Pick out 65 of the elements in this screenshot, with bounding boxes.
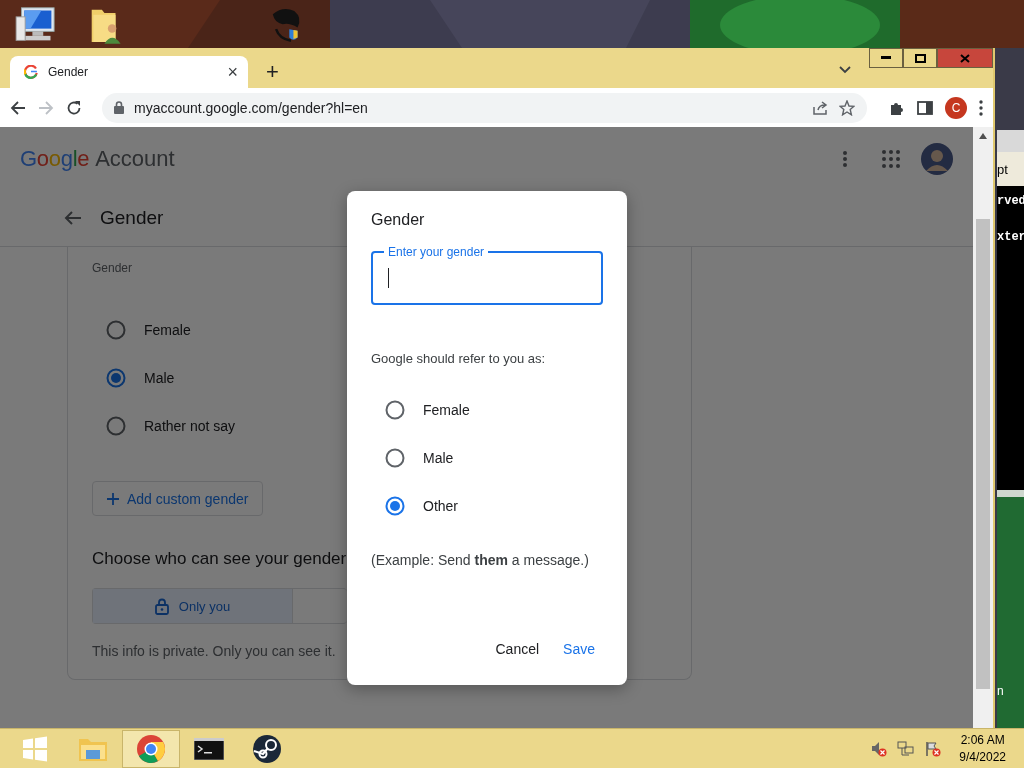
tab-close-button[interactable]: × [227, 63, 238, 81]
radio-button[interactable] [385, 496, 405, 516]
section-label: Gender [92, 261, 134, 275]
page-heading: Gender [100, 207, 164, 229]
radio-button[interactable] [106, 416, 126, 436]
dialog-title: Gender [371, 211, 426, 229]
google-icon [24, 65, 38, 79]
option-label: Female [144, 322, 191, 338]
apps-icon[interactable] [881, 148, 901, 169]
close-button[interactable] [937, 48, 993, 68]
avatar[interactable] [921, 142, 953, 175]
profile-button[interactable]: C [945, 96, 967, 119]
window-text: n [997, 684, 1004, 698]
back-icon[interactable] [10, 99, 26, 116]
lock-icon [154, 597, 169, 615]
privacy-note: This info is private. Only you can see it. [92, 643, 336, 659]
field-label: Enter your gender [384, 245, 489, 259]
minimize-icon [881, 56, 891, 60]
url-text: myaccount.google.com/gender?hl=en [134, 99, 369, 116]
scroll-up-icon[interactable] [979, 133, 987, 139]
plus-icon [107, 492, 119, 505]
side-panel-icon[interactable] [917, 100, 933, 115]
maximize-icon [914, 53, 926, 63]
option-label: Female [423, 402, 470, 418]
cancel-button[interactable]: Cancel [487, 633, 548, 665]
windows-logo-icon [22, 735, 48, 762]
terminal-text: xter [997, 230, 1024, 244]
close-icon [960, 53, 970, 63]
radio-button[interactable] [106, 320, 126, 340]
new-tab-button[interactable]: + [262, 56, 283, 88]
maximize-button[interactable] [903, 48, 937, 68]
image-strip [997, 130, 1024, 152]
address-bar[interactable]: myaccount.google.com/gender?hl=en [102, 92, 867, 123]
star-icon[interactable] [839, 99, 855, 116]
example-text: (Example: Send them a message.) [371, 552, 590, 568]
section-heading: Choose who can see your gender [92, 549, 347, 569]
window-title: pt [997, 161, 1008, 177]
reload-icon[interactable] [66, 99, 82, 116]
option-label: Male [144, 370, 175, 386]
menu-icon[interactable] [979, 99, 983, 116]
logo: Google [20, 145, 90, 172]
chevron-down-icon[interactable] [839, 66, 851, 74]
minimize-button[interactable] [869, 48, 903, 68]
network-icon[interactable] [897, 740, 916, 757]
option-label: Male [423, 450, 454, 466]
back-arrow-icon[interactable] [64, 210, 82, 226]
option-label: Other [423, 498, 458, 514]
save-button[interactable]: Save [555, 633, 603, 665]
muted-speaker-icon[interactable] [871, 740, 888, 757]
prompt-text: Google should refer to you as: [371, 351, 547, 366]
product-name: Account [95, 145, 176, 172]
browser-tab[interactable]: Gender × [10, 56, 248, 88]
flag-icon[interactable] [925, 740, 942, 757]
clock-time: 2:06 AM [960, 733, 1005, 747]
computer-icon[interactable] [14, 6, 58, 44]
share-icon[interactable] [813, 100, 829, 115]
radio-button[interactable] [385, 400, 405, 420]
scrollbar-thumb[interactable] [976, 219, 990, 689]
lock-icon [114, 101, 124, 114]
clock-date: 9/4/2022 [959, 750, 1006, 764]
status-strip [997, 490, 1024, 497]
option-label: Rather not say [144, 418, 236, 434]
radio-button[interactable] [385, 448, 405, 468]
tab-title: Gender [48, 65, 90, 79]
radio-button[interactable] [106, 368, 126, 388]
